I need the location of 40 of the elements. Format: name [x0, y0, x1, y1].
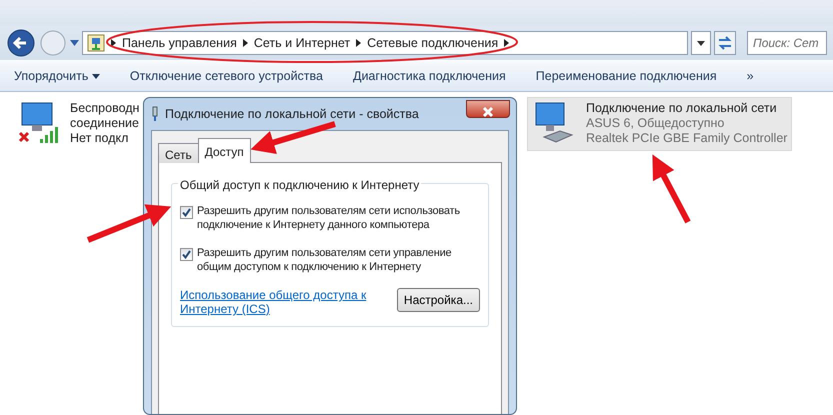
separator-icon	[242, 39, 248, 47]
connection-item[interactable]: Подключение по локальной сети ASUS 6, Общедоступно Realtek PCIe GBE Family Controller	[527, 97, 792, 151]
checkbox[interactable]	[180, 206, 193, 219]
connection-text: Нет подкл	[70, 131, 130, 146]
checkbox-label: Разрешить другим пользователям сети управление общим доступом к подключению к Интернету	[197, 246, 452, 274]
breadcrumb[interactable]: Сеть и Интернет	[254, 34, 350, 52]
connection-text: ASUS 6, Общедоступно	[586, 116, 726, 131]
tab[interactable]: Сеть	[158, 143, 199, 163]
arrow	[652, 154, 691, 224]
dialog-title: Подключение по локальной сети - свойства	[165, 106, 419, 123]
separator-icon	[356, 39, 362, 47]
separator-icon	[111, 39, 116, 47]
more-button[interactable]: »	[746, 64, 754, 88]
connection-text: Подключение по локальной сети	[586, 101, 778, 116]
breadcrumb[interactable]: Сетевые подключения	[367, 34, 498, 52]
connection-item[interactable]: Беспроводн соединение Нет подкл	[12, 98, 144, 150]
toolbar-button[interactable]: Отключение сетевого устройства	[130, 64, 323, 88]
connection-text: Realtek PCIe GBE Family Controller	[586, 131, 788, 146]
address-bar[interactable]: Панель управления Сеть и Интернет Сетевые подключения	[82, 31, 688, 55]
connection-text: Беспроводн	[70, 101, 140, 116]
checkbox[interactable]	[180, 248, 193, 261]
network-icon	[151, 106, 159, 122]
toolbar-button[interactable]: Диагностика подключения	[352, 64, 506, 88]
search-field[interactable]: Поиск: Сет	[747, 31, 827, 55]
checkbox-label: Разрешить другим пользователям сети использовать подключение к Интернету данного компьютера	[197, 204, 461, 232]
dropdown-icon[interactable]	[691, 31, 711, 55]
close-icon	[482, 106, 494, 118]
separator-icon	[504, 39, 510, 47]
network-folder-icon	[87, 34, 105, 52]
refresh-icon[interactable]	[714, 31, 736, 55]
close-button[interactable]	[466, 100, 510, 118]
toolbar-button[interactable]: Упорядочить	[14, 64, 100, 88]
breadcrumb[interactable]: Панель управления	[122, 34, 237, 52]
tab[interactable]: Доступ	[198, 138, 251, 163]
settings-button[interactable]: Настройка...	[396, 288, 480, 312]
caret-icon	[92, 74, 100, 79]
help-link[interactable]: Использование общего доступа к Интернету (ICS)	[180, 288, 380, 316]
toolbar-button[interactable]: Переименование подключения	[536, 64, 717, 88]
connection-text: соединение	[70, 116, 140, 131]
back-icon[interactable]	[6, 28, 36, 58]
